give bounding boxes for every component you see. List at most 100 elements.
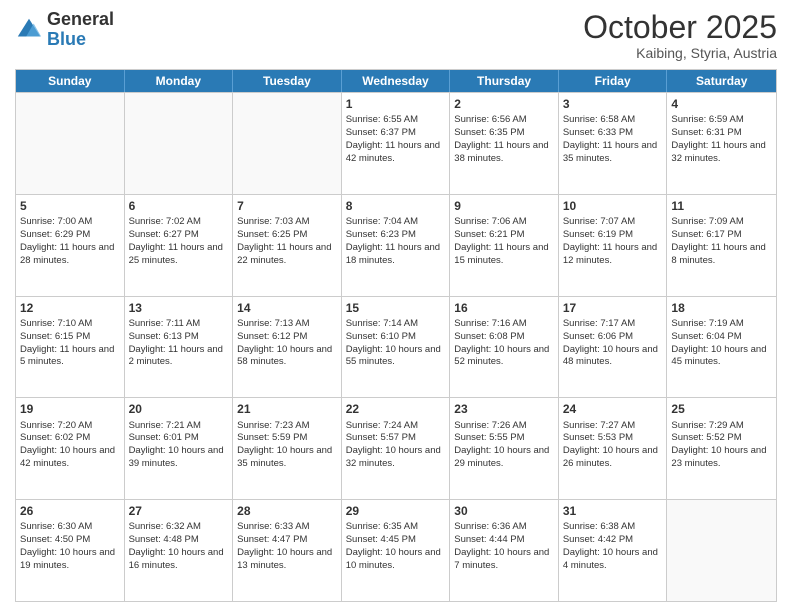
- cal-cell: 29Sunrise: 6:35 AMSunset: 4:45 PMDayligh…: [342, 500, 451, 601]
- daylight-text: Daylight: 10 hours and 55 minutes.: [346, 344, 446, 370]
- sunrise-text: Sunrise: 7:03 AM: [237, 216, 337, 229]
- day-number: 17: [563, 300, 663, 316]
- day-number: 31: [563, 503, 663, 519]
- day-number: 13: [129, 300, 229, 316]
- header-day-sunday: Sunday: [16, 70, 125, 92]
- sunset-text: Sunset: 6:15 PM: [20, 331, 120, 344]
- sunrise-text: Sunrise: 7:13 AM: [237, 318, 337, 331]
- day-number: 7: [237, 198, 337, 214]
- sunset-text: Sunset: 5:55 PM: [454, 432, 554, 445]
- sunset-text: Sunset: 4:45 PM: [346, 534, 446, 547]
- header-day-friday: Friday: [559, 70, 668, 92]
- sunset-text: Sunset: 6:17 PM: [671, 229, 772, 242]
- header-day-tuesday: Tuesday: [233, 70, 342, 92]
- sunset-text: Sunset: 6:13 PM: [129, 331, 229, 344]
- sunrise-text: Sunrise: 6:30 AM: [20, 521, 120, 534]
- calendar-header: SundayMondayTuesdayWednesdayThursdayFrid…: [16, 70, 776, 92]
- day-number: 24: [563, 401, 663, 417]
- daylight-text: Daylight: 10 hours and 23 minutes.: [671, 445, 772, 471]
- daylight-text: Daylight: 10 hours and 16 minutes.: [129, 547, 229, 573]
- cal-cell: 28Sunrise: 6:33 AMSunset: 4:47 PMDayligh…: [233, 500, 342, 601]
- daylight-text: Daylight: 10 hours and 32 minutes.: [346, 445, 446, 471]
- sunrise-text: Sunrise: 7:09 AM: [671, 216, 772, 229]
- sunset-text: Sunset: 6:21 PM: [454, 229, 554, 242]
- daylight-text: Daylight: 11 hours and 5 minutes.: [20, 344, 120, 370]
- header-day-wednesday: Wednesday: [342, 70, 451, 92]
- sunrise-text: Sunrise: 6:36 AM: [454, 521, 554, 534]
- day-number: 5: [20, 198, 120, 214]
- daylight-text: Daylight: 11 hours and 28 minutes.: [20, 242, 120, 268]
- cal-cell: 11Sunrise: 7:09 AMSunset: 6:17 PMDayligh…: [667, 195, 776, 296]
- sunset-text: Sunset: 6:08 PM: [454, 331, 554, 344]
- sunrise-text: Sunrise: 7:04 AM: [346, 216, 446, 229]
- sunrise-text: Sunrise: 7:27 AM: [563, 420, 663, 433]
- sunset-text: Sunset: 4:42 PM: [563, 534, 663, 547]
- sunset-text: Sunset: 6:19 PM: [563, 229, 663, 242]
- daylight-text: Daylight: 11 hours and 12 minutes.: [563, 242, 663, 268]
- sunset-text: Sunset: 5:57 PM: [346, 432, 446, 445]
- title-block: October 2025 Kaibing, Styria, Austria: [583, 10, 777, 61]
- day-number: 15: [346, 300, 446, 316]
- header: General Blue October 2025 Kaibing, Styri…: [15, 10, 777, 61]
- cal-cell: 26Sunrise: 6:30 AMSunset: 4:50 PMDayligh…: [16, 500, 125, 601]
- sunset-text: Sunset: 6:10 PM: [346, 331, 446, 344]
- daylight-text: Daylight: 11 hours and 22 minutes.: [237, 242, 337, 268]
- sunset-text: Sunset: 6:33 PM: [563, 127, 663, 140]
- week-row-1: 1Sunrise: 6:55 AMSunset: 6:37 PMDaylight…: [16, 92, 776, 194]
- sunrise-text: Sunrise: 7:11 AM: [129, 318, 229, 331]
- daylight-text: Daylight: 10 hours and 19 minutes.: [20, 547, 120, 573]
- daylight-text: Daylight: 11 hours and 25 minutes.: [129, 242, 229, 268]
- day-number: 23: [454, 401, 554, 417]
- location-title: Kaibing, Styria, Austria: [583, 45, 777, 61]
- sunrise-text: Sunrise: 7:02 AM: [129, 216, 229, 229]
- sunrise-text: Sunrise: 7:19 AM: [671, 318, 772, 331]
- cal-cell: 31 Sunrise: 6:38 AMSunset: 4:42 PMDayligh…: [559, 500, 668, 601]
- cal-cell: 21Sunrise: 7:23 AMSunset: 5:59 PMDayligh…: [233, 398, 342, 499]
- cal-cell: 9Sunrise: 7:06 AMSunset: 6:21 PMDaylight…: [450, 195, 559, 296]
- cal-cell: 7 Sunrise: 7:03 AMSunset: 6:25 PMDaylight…: [233, 195, 342, 296]
- day-number: 8: [346, 198, 446, 214]
- sunrise-text: Sunrise: 7:20 AM: [20, 420, 120, 433]
- day-number: 4: [671, 96, 772, 112]
- sunset-text: Sunset: 6:25 PM: [237, 229, 337, 242]
- sunrise-text: Sunrise: 7:21 AM: [129, 420, 229, 433]
- logo-general: General: [47, 9, 114, 29]
- cal-cell: 2Sunrise: 6:56 AMSunset: 6:35 PMDaylight…: [450, 93, 559, 194]
- day-number: 19: [20, 401, 120, 417]
- sunrise-text: Sunrise: 7:00 AM: [20, 216, 120, 229]
- day-number: 3: [563, 96, 663, 112]
- day-number: 29: [346, 503, 446, 519]
- sunrise-text: Sunrise: 7:17 AM: [563, 318, 663, 331]
- cal-cell: 4Sunrise: 6:59 AMSunset: 6:31 PMDaylight…: [667, 93, 776, 194]
- sunset-text: Sunset: 6:31 PM: [671, 127, 772, 140]
- week-row-5: 26Sunrise: 6:30 AMSunset: 4:50 PMDayligh…: [16, 499, 776, 601]
- cal-cell: 13Sunrise: 7:11 AMSunset: 6:13 PMDayligh…: [125, 297, 234, 398]
- daylight-text: Daylight: 10 hours and 39 minutes.: [129, 445, 229, 471]
- cal-cell: 18Sunrise: 7:19 AMSunset: 6:04 PMDayligh…: [667, 297, 776, 398]
- cal-cell: 3Sunrise: 6:58 AMSunset: 6:33 PMDaylight…: [559, 93, 668, 194]
- logo-blue: Blue: [47, 29, 86, 49]
- daylight-text: Daylight: 11 hours and 15 minutes.: [454, 242, 554, 268]
- week-row-2: 5Sunrise: 7:00 AMSunset: 6:29 PMDaylight…: [16, 194, 776, 296]
- sunset-text: Sunset: 5:52 PM: [671, 432, 772, 445]
- cal-cell: 19Sunrise: 7:20 AMSunset: 6:02 PMDayligh…: [16, 398, 125, 499]
- daylight-text: Daylight: 10 hours and 10 minutes.: [346, 547, 446, 573]
- sunset-text: Sunset: 6:27 PM: [129, 229, 229, 242]
- sunrise-text: Sunrise: 7:10 AM: [20, 318, 120, 331]
- cal-cell: 5 Sunrise: 7:00 AMSunset: 6:29 PMDaylight…: [16, 195, 125, 296]
- logo-text: General Blue: [47, 10, 114, 50]
- sunrise-text: Sunrise: 6:56 AM: [454, 114, 554, 127]
- cal-cell: 25Sunrise: 7:29 AMSunset: 5:52 PMDayligh…: [667, 398, 776, 499]
- sunset-text: Sunset: 4:48 PM: [129, 534, 229, 547]
- day-number: 21: [237, 401, 337, 417]
- daylight-text: Daylight: 10 hours and 4 minutes.: [563, 547, 663, 573]
- sunset-text: Sunset: 5:59 PM: [237, 432, 337, 445]
- sunrise-text: Sunrise: 7:06 AM: [454, 216, 554, 229]
- daylight-text: Daylight: 10 hours and 48 minutes.: [563, 344, 663, 370]
- sunset-text: Sunset: 6:29 PM: [20, 229, 120, 242]
- week-row-3: 12Sunrise: 7:10 AMSunset: 6:15 PMDayligh…: [16, 296, 776, 398]
- sunrise-text: Sunrise: 6:38 AM: [563, 521, 663, 534]
- daylight-text: Daylight: 10 hours and 45 minutes.: [671, 344, 772, 370]
- cal-cell: 17Sunrise: 7:17 AMSunset: 6:06 PMDayligh…: [559, 297, 668, 398]
- daylight-text: Daylight: 10 hours and 42 minutes.: [20, 445, 120, 471]
